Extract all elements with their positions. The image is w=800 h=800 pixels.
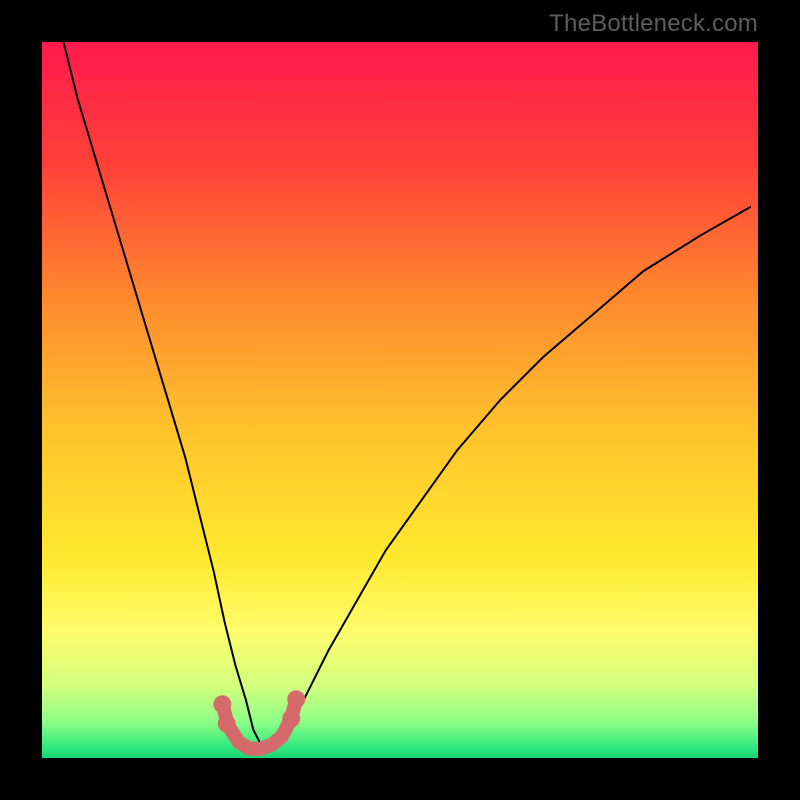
plot-area [42,42,758,758]
chart-frame: TheBottleneck.com [0,0,800,800]
bracket-dot [282,710,300,728]
curve-overlay [42,42,758,758]
bracket-dot [213,695,231,713]
bottleneck-curve [64,42,751,751]
bracket-dot [287,690,305,708]
watermark-text: TheBottleneck.com [549,10,758,38]
bracket-dot [218,715,236,733]
bracket-end-dots [213,690,305,732]
